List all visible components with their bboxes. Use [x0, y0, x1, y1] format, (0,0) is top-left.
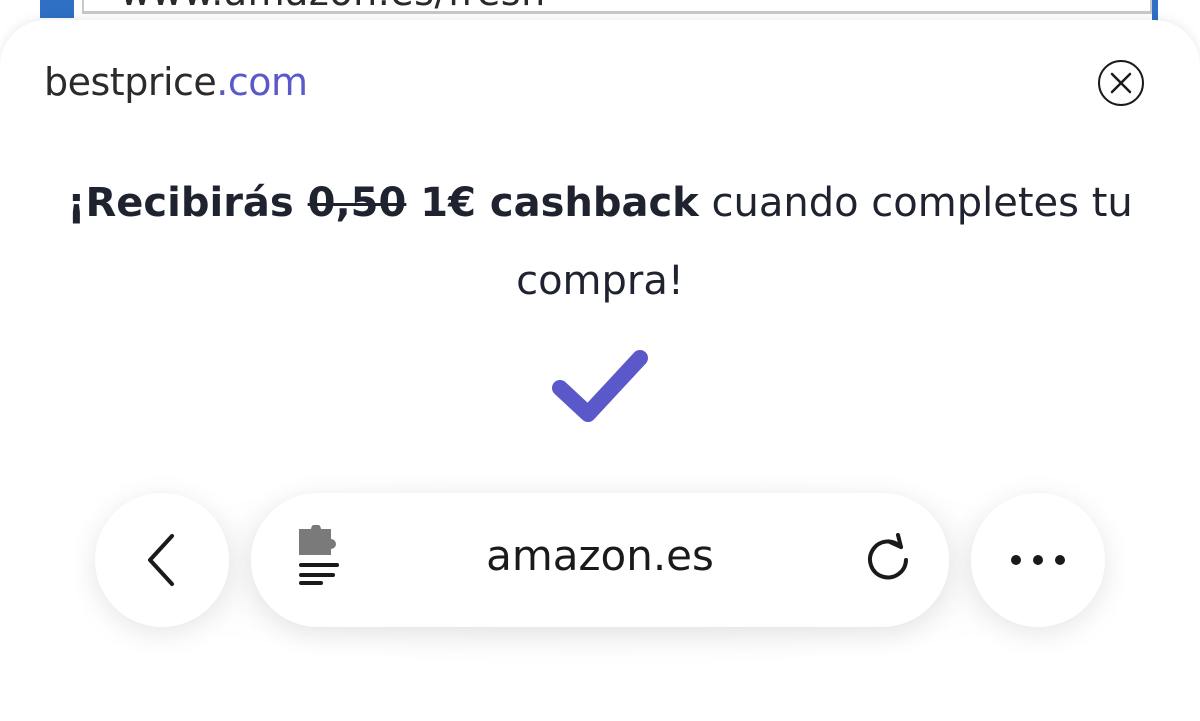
address-bar[interactable]: amazon.es: [251, 493, 949, 627]
url-text[interactable]: amazon.es: [251, 531, 949, 580]
logo-tld: .com: [216, 60, 308, 104]
more-button[interactable]: [971, 493, 1105, 627]
bestprice-logo: bestprice.com: [44, 60, 308, 104]
message-prefix: ¡Recibirás: [67, 180, 308, 226]
checkmark-icon: [552, 350, 648, 422]
back-button[interactable]: [95, 493, 229, 627]
logo-main: bestprice: [44, 60, 217, 104]
background-url-text: www.amazon.es/fresh: [120, 0, 546, 14]
cashback-message: ¡Recibirás 0,50 1€ cashback cuando compl…: [0, 164, 1200, 320]
close-icon: [1110, 72, 1132, 94]
chevron-left-icon: [148, 534, 174, 586]
background-blue-bar-right: [1152, 0, 1158, 22]
old-amount: 0,50: [307, 180, 407, 226]
new-amount: 1€ cashback: [406, 180, 699, 226]
reload-icon[interactable]: [863, 533, 913, 583]
more-dots-icon: [1011, 555, 1065, 565]
background-blue-bar: [40, 0, 74, 18]
close-button[interactable]: [1098, 60, 1144, 106]
